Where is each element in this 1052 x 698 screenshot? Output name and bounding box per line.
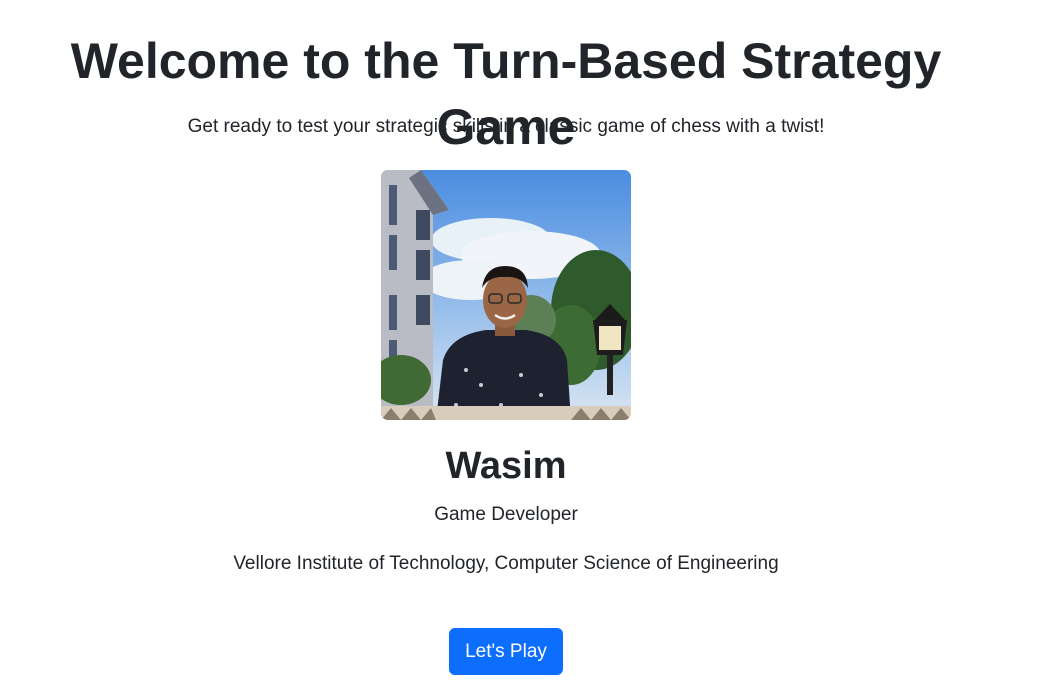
profile-role: Game Developer <box>434 504 578 525</box>
page-subtitle: Get ready to test your strategic skills … <box>187 116 825 137</box>
profile-organization: Vellore Institute of Technology, Compute… <box>233 553 779 574</box>
lets-play-button[interactable]: Let's Play <box>449 628 563 675</box>
landing-page: Welcome to the Turn-Based Strategy Game … <box>0 0 1052 698</box>
profile-photo <box>381 170 631 420</box>
profile-name: Wasim <box>445 445 567 487</box>
page-title: Welcome to the Turn-Based Strategy Game <box>70 33 942 155</box>
